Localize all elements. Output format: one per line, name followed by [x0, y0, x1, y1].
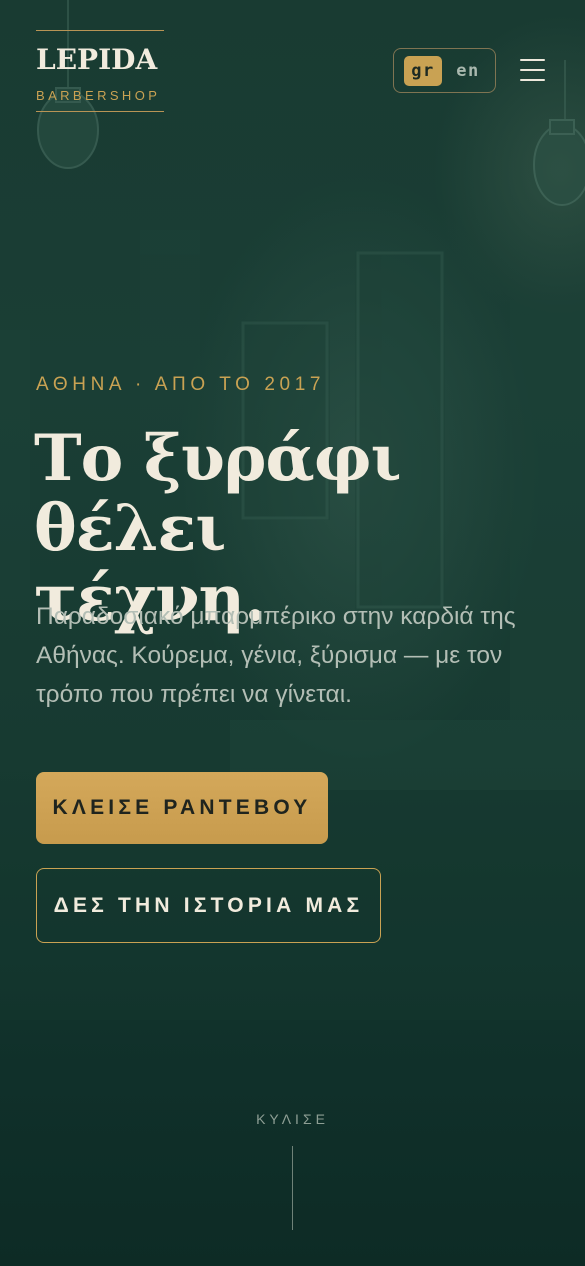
hero-lead-text: Παραδοσιακό μπαρμπέρικο στην καρδιά της … [36, 603, 516, 708]
headline-line-1: Το ξυράφι θέλει [34, 421, 402, 566]
brand-logo[interactable]: LEPIDA BARBERSHOP [36, 30, 164, 112]
pendant-bulb-right [533, 119, 585, 206]
logo-bottom-rule [36, 111, 164, 112]
hamburger-menu-icon[interactable] [520, 57, 545, 83]
menu-bar [520, 69, 545, 71]
menu-bar [520, 79, 545, 81]
language-option-gr[interactable]: gr [404, 56, 442, 86]
our-story-button[interactable]: ΔΕΣ ΤΗΝ ΙΣΤΟΡΙΑ ΜΑΣ [36, 868, 381, 943]
language-option-en[interactable]: en [446, 56, 490, 86]
scroll-indicator-line [292, 1146, 293, 1230]
brand-name: LEPIDA [36, 43, 158, 76]
language-switcher: gr en [393, 48, 496, 93]
brand-subtitle: BARBERSHOP [36, 88, 161, 103]
scroll-hint-label: ΚΥΛΙΣΕ [256, 1111, 329, 1127]
hero-eyebrow: ΑΘΗΝΑ · ΑΠΟ ΤΟ 2017 [36, 374, 326, 395]
book-appointment-button[interactable]: ΚΛΕΙΣΕ ΡΑΝΤΕΒΟΥ [36, 772, 328, 844]
menu-bar [520, 59, 545, 61]
logo-top-rule [36, 30, 164, 31]
